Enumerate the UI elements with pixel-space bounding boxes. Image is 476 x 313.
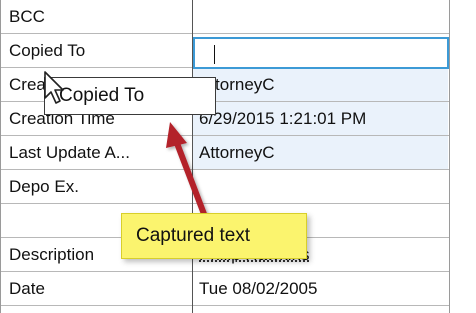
grid-row-last-update[interactable]: Last Update A... AttorneyC [0,136,476,170]
captured-text-callout: Captured text [121,213,307,259]
arrow-cursor-icon [44,71,64,104]
property-value[interactable] [193,170,448,203]
property-name: Date [9,279,45,298]
grid-row-bcc[interactable]: BCC [0,0,476,34]
grid-right-margin [450,0,476,313]
property-name: BCC [9,7,45,26]
property-value[interactable]: 6/29/2015 1:21:01 PM [193,102,448,135]
property-value[interactable]: AttorneyC [193,68,448,101]
grid-row-depo-ex[interactable]: Depo Ex. [0,170,476,204]
copied-to-edit-field[interactable] [193,37,449,69]
grid-row-date[interactable]: Date Tue 08/02/2005 [0,272,476,306]
red-arrow-icon [166,122,207,217]
property-value[interactable]: Tue 08/02/2005 [193,272,448,305]
text-caret [214,45,215,64]
property-name: Copied To [9,41,86,60]
property-value[interactable] [193,0,448,33]
grid-left-border [0,0,1,313]
screenshot-stage: BCC Copied To Created By AttorneyC Creat… [0,0,476,313]
property-value[interactable]: AttorneyC [193,136,448,169]
